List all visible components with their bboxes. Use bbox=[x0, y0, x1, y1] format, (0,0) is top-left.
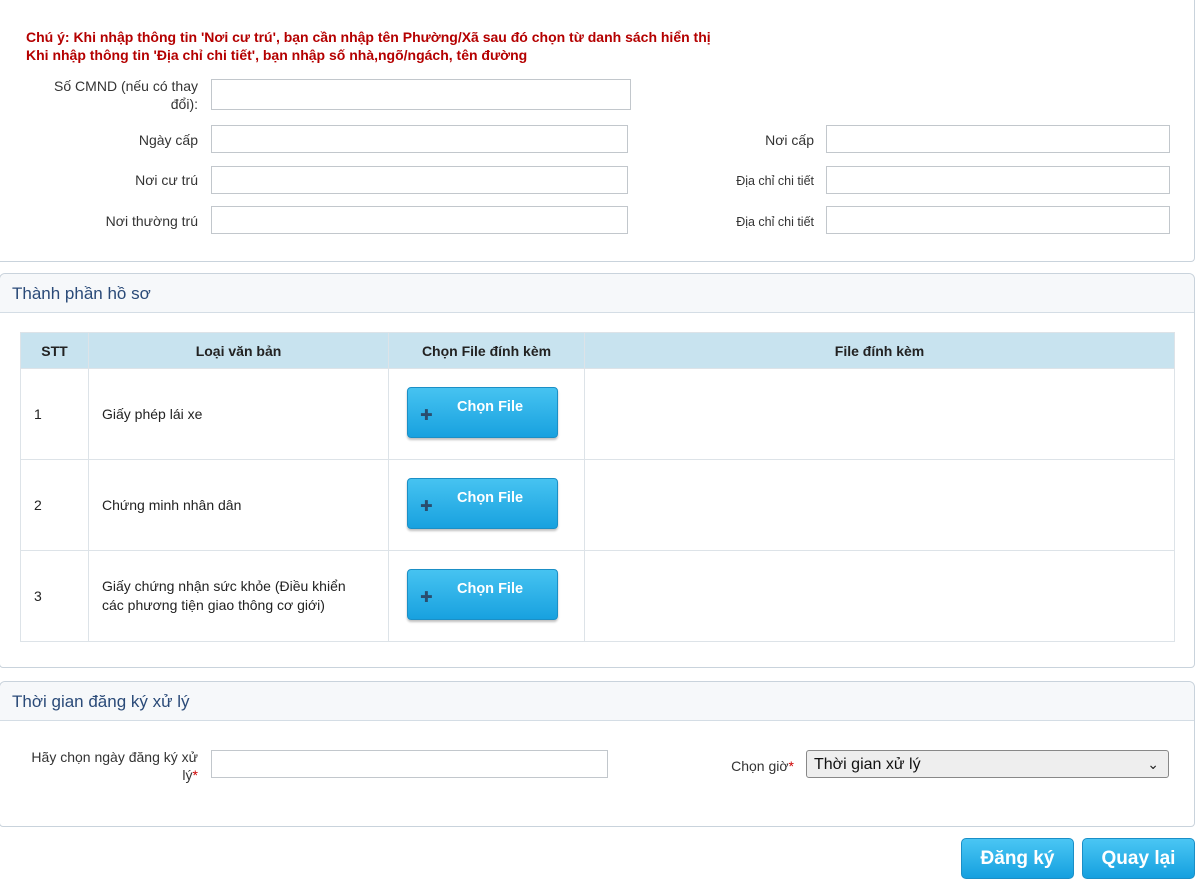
noi-thuong-tru-label: Nơi thường trú bbox=[105, 213, 198, 229]
header-loai-van-ban: Loại văn bản bbox=[88, 332, 389, 369]
noi-cu-tru-label: Nơi cư trú bbox=[135, 172, 198, 188]
header-chon-file: Chọn File đính kèm bbox=[388, 332, 585, 369]
noi-cap-label: Nơi cấp bbox=[765, 132, 814, 148]
documents-panel: Thành phần hồ sơ STT Loại văn bản Chọn F… bbox=[0, 273, 1195, 668]
row-loai-line-1: Giấy phép lái xe bbox=[102, 405, 203, 422]
date-label-text: lý bbox=[182, 767, 193, 783]
choose-file-button[interactable]: ✚ Chọn File bbox=[407, 478, 558, 529]
date-label-line-1: Hãy chọn ngày đăng ký xử bbox=[31, 749, 198, 765]
row-stt: 1 bbox=[20, 368, 89, 460]
table-row: 2 Chứng minh nhân dân ✚ Chọn File bbox=[20, 459, 1175, 551]
row-loai-line-1: Chứng minh nhân dân bbox=[102, 496, 242, 513]
time-label-text: Chọn giờ bbox=[731, 758, 789, 774]
chevron-down-icon: ⌄ bbox=[1147, 756, 1159, 772]
dia-chi-chi-tiet-input-2[interactable] bbox=[826, 206, 1170, 234]
choose-file-button[interactable]: ✚ Chọn File bbox=[407, 387, 558, 438]
required-mark: * bbox=[192, 767, 198, 783]
row-loai-line-2: các phương tiện giao thông cơ giới) bbox=[102, 597, 325, 613]
choose-file-label: Chọn File bbox=[457, 399, 524, 415]
time-select-value: Thời gian xử lý bbox=[814, 756, 921, 773]
date-input[interactable] bbox=[211, 750, 608, 778]
row-attached-file bbox=[584, 550, 1175, 642]
plus-icon: ✚ bbox=[420, 589, 433, 606]
cmnd-label-line-1: Số CMND (nếu có thay bbox=[54, 78, 198, 94]
row-attached-file bbox=[584, 368, 1175, 460]
row-stt: 2 bbox=[20, 459, 89, 551]
row-chon-file-cell: ✚ Chọn File bbox=[388, 550, 585, 642]
date-label: Hãy chọn ngày đăng ký xử lý* bbox=[10, 748, 198, 784]
ngay-cap-input[interactable] bbox=[211, 125, 628, 153]
row-stt: 3 bbox=[20, 550, 89, 642]
plus-icon: ✚ bbox=[420, 407, 433, 424]
cmnd-label-line-2: đổi): bbox=[170, 96, 198, 112]
back-button[interactable]: Quay lại bbox=[1082, 838, 1195, 879]
header-file-dinh-kem: File đính kèm bbox=[584, 332, 1175, 369]
plus-icon: ✚ bbox=[420, 498, 433, 515]
notice-line-2: Khi nhập thông tin 'Địa chỉ chi tiết', b… bbox=[26, 47, 528, 63]
table-row: 3 Giấy chứng nhận sức khỏe (Điều khiển c… bbox=[20, 550, 1175, 642]
row-chon-file-cell: ✚ Chọn File bbox=[388, 368, 585, 460]
documents-table: STT Loại văn bản Chọn File đính kèm File… bbox=[20, 332, 1175, 642]
ngay-cap-label: Ngày cấp bbox=[138, 132, 198, 148]
noi-thuong-tru-input[interactable] bbox=[211, 206, 628, 234]
date-label-line-2: lý* bbox=[10, 766, 198, 784]
row-loai-line-1: Giấy chứng nhận sức khỏe (Điều khiển bbox=[102, 578, 346, 594]
row-loai-van-ban: Chứng minh nhân dân bbox=[88, 459, 389, 551]
notice-text: Chú ý: Khi nhập thông tin 'Nơi cư trú', … bbox=[26, 28, 711, 64]
required-mark: * bbox=[788, 758, 794, 774]
cmnd-input[interactable] bbox=[211, 79, 631, 110]
submit-button[interactable]: Đăng ký bbox=[961, 838, 1074, 879]
row-loai-van-ban: Giấy phép lái xe bbox=[88, 368, 389, 460]
choose-file-label: Chọn File bbox=[457, 581, 524, 597]
documents-title: Thành phần hồ sơ bbox=[0, 274, 1194, 313]
row-attached-file bbox=[584, 459, 1175, 551]
table-header-row: STT Loại văn bản Chọn File đính kèm File… bbox=[20, 332, 1175, 369]
row-chon-file-cell: ✚ Chọn File bbox=[388, 459, 585, 551]
row-loai-van-ban: Giấy chứng nhận sức khỏe (Điều khiển các… bbox=[88, 550, 389, 642]
noi-cap-input[interactable] bbox=[826, 125, 1170, 153]
header-stt: STT bbox=[20, 332, 89, 369]
choose-file-label: Chọn File bbox=[457, 490, 524, 506]
noi-cu-tru-input[interactable] bbox=[211, 166, 628, 194]
choose-file-button[interactable]: ✚ Chọn File bbox=[407, 569, 558, 620]
table-row: 1 Giấy phép lái xe ✚ Chọn File bbox=[20, 368, 1175, 460]
dia-chi-chi-tiet-input-1[interactable] bbox=[826, 166, 1170, 194]
time-select[interactable]: Thời gian xử lý ⌄ bbox=[806, 750, 1169, 778]
dia-chi-chi-tiet-label-2: Địa chỉ chi tiết bbox=[736, 215, 814, 229]
notice-line-1: Chú ý: Khi nhập thông tin 'Nơi cư trú', … bbox=[26, 29, 711, 45]
time-label: Chọn giờ* bbox=[690, 757, 794, 775]
schedule-title: Thời gian đăng ký xử lý bbox=[0, 682, 1194, 721]
dia-chi-chi-tiet-label-1: Địa chỉ chi tiết bbox=[736, 174, 814, 188]
cmnd-label: Số CMND (nếu có thay đổi): bbox=[40, 77, 198, 113]
